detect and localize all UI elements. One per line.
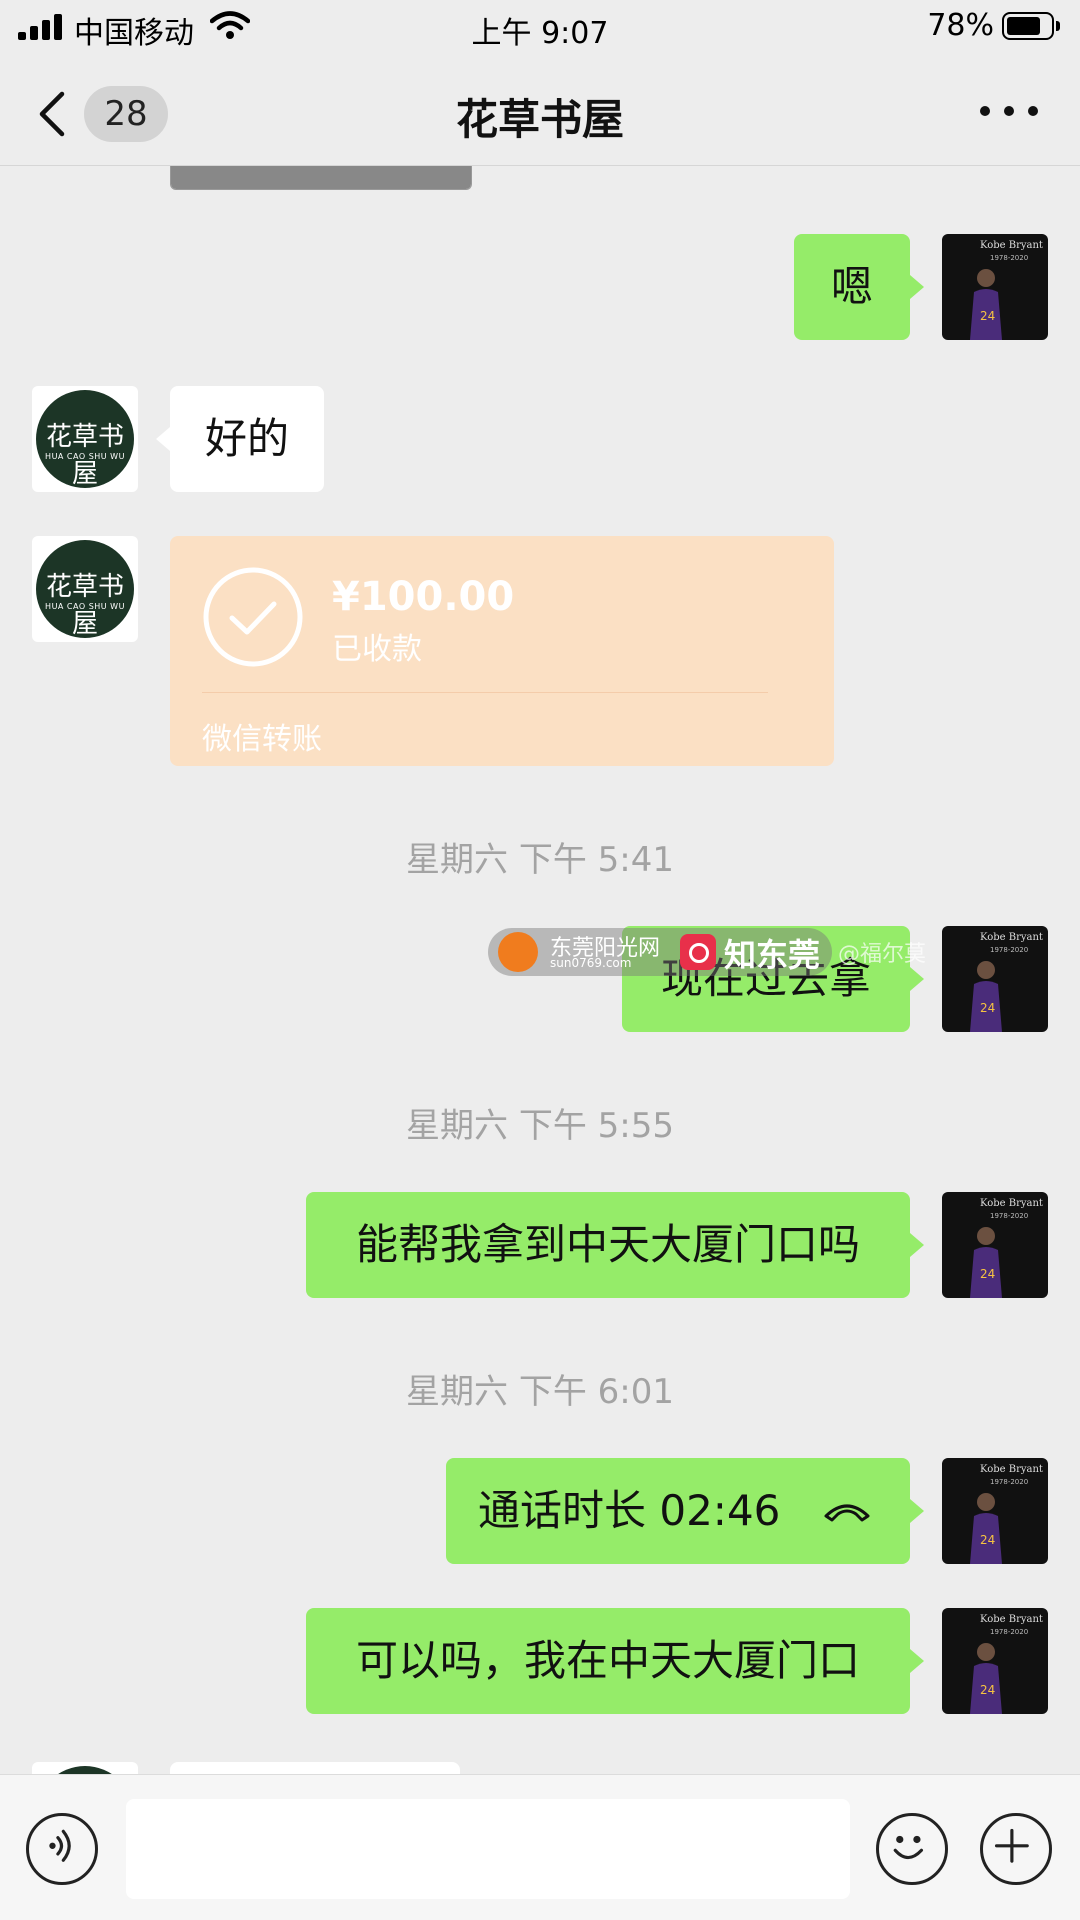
contact-avatar[interactable]: 花草书屋 HUA CAO SHU WU	[32, 536, 138, 642]
emoji-button[interactable]	[876, 1813, 948, 1885]
svg-text:24: 24	[980, 309, 995, 323]
transfer-amount: ¥100.00	[332, 574, 515, 620]
message-bubble-in[interactable]: 好的	[170, 386, 324, 492]
bubble-tail	[910, 275, 924, 299]
svg-text:24: 24	[980, 1683, 995, 1697]
message-text: 嗯	[830, 262, 873, 311]
battery-icon	[1002, 12, 1060, 40]
bubble-tail	[910, 1233, 924, 1257]
divider	[202, 692, 768, 693]
message-timestamp: 星期六 下午 5:41	[406, 840, 674, 880]
my-avatar[interactable]: Kobe Bryant 1978-2020 24	[942, 1458, 1048, 1564]
bubble-tail	[910, 1499, 924, 1523]
message-timestamp: 星期六 下午 5:55	[406, 1106, 674, 1146]
my-avatar[interactable]: Kobe Bryant 1978-2020 24	[942, 926, 1048, 1032]
status-time: 上午 9:07	[471, 16, 609, 51]
my-avatar[interactable]: Kobe Bryant 1978-2020 24	[942, 1608, 1048, 1714]
message-text: 可以吗，我在中天大厦门口	[355, 1636, 860, 1685]
transfer-card[interactable]: ¥100.00 已收款 微信转账	[170, 536, 834, 766]
app-logo-icon	[680, 934, 716, 970]
phone-hangup-icon	[824, 1504, 870, 1522]
received-check-icon	[203, 567, 303, 667]
battery-percent: 78%	[927, 8, 994, 43]
call-duration-text: 通话时长 02:46	[478, 1486, 781, 1535]
message-input[interactable]	[126, 1799, 850, 1899]
bubble-tail	[156, 427, 170, 451]
message-bubble-out[interactable]: 嗯	[794, 234, 910, 340]
transfer-state: 已收款	[332, 632, 422, 667]
message-text: 好的	[204, 414, 289, 463]
status-bar: 中国移动 上午 9:07 78%	[0, 0, 1080, 56]
message-bubble-out[interactable]: 可以吗，我在中天大厦门口	[306, 1608, 910, 1714]
voice-button[interactable]	[26, 1813, 98, 1885]
message-text: 能帮我拿到中天大厦门口吗	[355, 1220, 860, 1269]
chat-header: 28 花草书屋	[0, 56, 1080, 166]
voice-icon	[49, 1829, 71, 1862]
plus-icon	[994, 1828, 1029, 1863]
emoji-icon	[893, 1835, 924, 1860]
svg-text:24: 24	[980, 1001, 995, 1015]
chat-title: 花草书屋	[455, 95, 624, 144]
site-logo-icon	[498, 932, 538, 972]
plus-button[interactable]	[980, 1813, 1052, 1885]
my-avatar[interactable]: Kobe Bryant 1978-2020 24	[942, 1192, 1048, 1298]
more-button[interactable]	[980, 100, 1040, 124]
watermark: 东莞阳光网 sun0769.com 知东莞 @福尔莫	[488, 926, 948, 976]
message-bubble-out[interactable]: 能帮我拿到中天大厦门口吗	[306, 1192, 910, 1298]
svg-text:24: 24	[980, 1267, 995, 1281]
my-avatar[interactable]: Kobe Bryant 1978-2020 24	[942, 234, 1048, 340]
bubble-tail	[910, 1649, 924, 1673]
message-timestamp: 星期六 下午 6:01	[406, 1372, 674, 1412]
transfer-label: 微信转账	[202, 722, 322, 757]
contact-avatar[interactable]: 花草书屋 HUA CAO SHU WU	[32, 386, 138, 492]
input-bar	[0, 1774, 1080, 1920]
svg-text:24: 24	[980, 1533, 995, 1547]
